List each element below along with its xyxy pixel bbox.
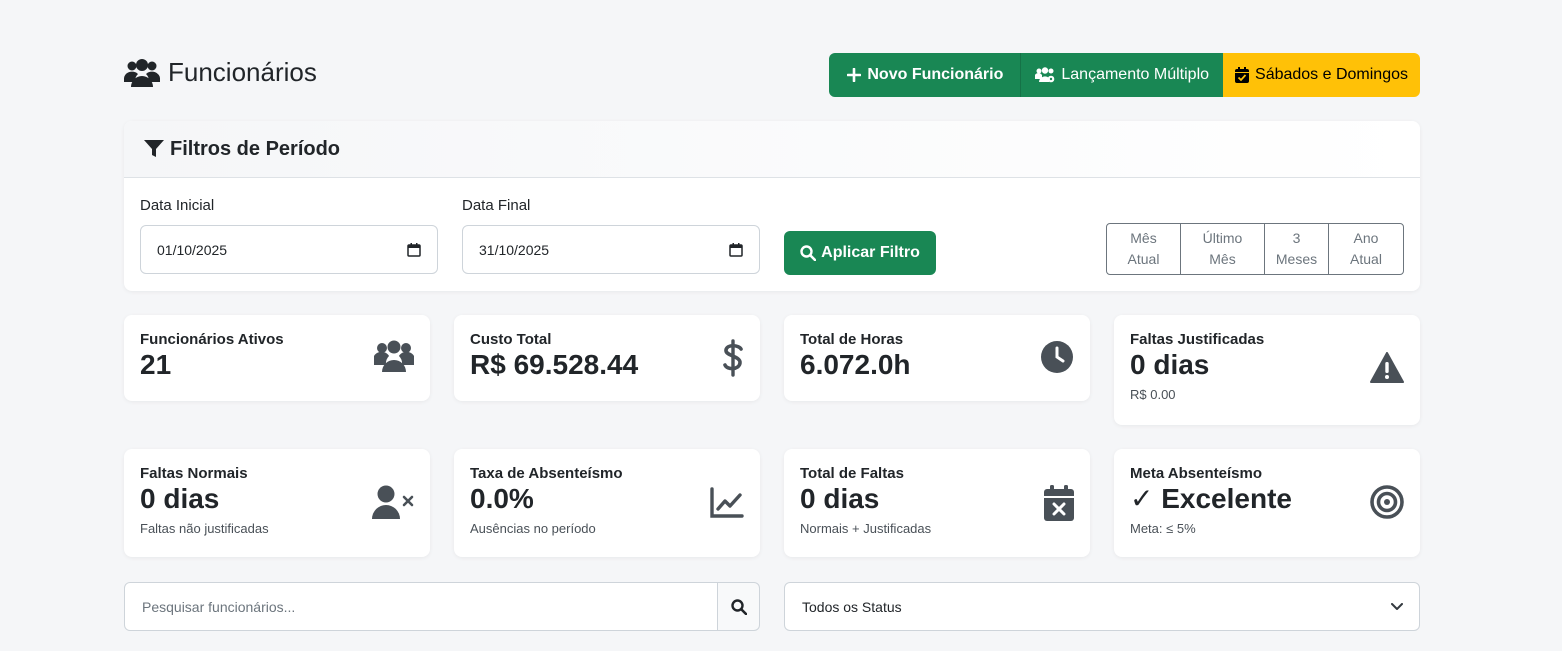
chevron-down-icon xyxy=(1391,602,1403,610)
stat-title: Faltas Justificadas xyxy=(1130,331,1265,348)
filter-card-header: Filtros de Período xyxy=(124,121,1420,178)
new-employee-button[interactable]: Novo Funcionário xyxy=(829,53,1022,97)
period-line: Ano xyxy=(1353,230,1379,246)
bulk-entry-label: Lançamento Múltiplo xyxy=(1061,66,1210,83)
stat-subtitle: R$ 0.00 xyxy=(1130,387,1176,402)
stat-title: Custo Total xyxy=(470,331,552,348)
start-date-label: Data Inicial xyxy=(140,197,215,214)
stat-value: R$ 69.528.44 xyxy=(470,349,639,380)
warning-icon xyxy=(1370,352,1404,383)
users-icon xyxy=(124,58,160,87)
stat-value: 0 dias xyxy=(800,483,880,514)
period-current-year-button[interactable]: Ano Atual xyxy=(1329,224,1403,274)
stat-card-normal-absences: Faltas Normais 0 dias Faltas não justifi… xyxy=(124,449,430,557)
stat-value: 6.072.0h xyxy=(800,349,911,380)
stat-card-total-hours: Total de Horas 6.072.0h xyxy=(784,315,1090,401)
calendar-icon[interactable] xyxy=(407,242,421,257)
target-icon xyxy=(1370,485,1404,519)
search-icon xyxy=(800,245,817,261)
stat-card-total-absences: Total de Faltas 0 dias Normais + Justifi… xyxy=(784,449,1090,557)
stat-value: 21 xyxy=(140,349,172,380)
users-cog-icon xyxy=(1035,67,1055,83)
page-title-text: Funcionários xyxy=(168,57,317,87)
period-line: Mês xyxy=(1209,251,1236,267)
stat-card-active-employees: Funcionários Ativos 21 xyxy=(124,315,430,401)
clock-icon xyxy=(1041,341,1073,373)
stat-value: ✓ Excelente xyxy=(1130,483,1292,514)
period-line: Último xyxy=(1202,230,1243,246)
users-icon xyxy=(374,340,414,372)
start-date-field: Data Inicial 01/10/2025 xyxy=(140,197,438,274)
quick-period-group: Mês Atual Último Mês 3 Meses Ano Atual xyxy=(1106,223,1404,275)
stat-title: Total de Horas xyxy=(800,331,904,348)
weekends-button[interactable]: Sábados e Domingos xyxy=(1223,53,1420,97)
end-date-field: Data Final 31/10/2025 xyxy=(462,197,760,274)
end-date-label: Data Final xyxy=(462,197,531,214)
search-icon xyxy=(730,598,747,615)
stat-subtitle: Ausências no período xyxy=(470,521,596,536)
period-line: Atual xyxy=(1127,251,1160,267)
period-line: 3 xyxy=(1292,230,1301,246)
filter-icon xyxy=(144,140,164,157)
stat-value: 0 dias xyxy=(1130,349,1210,380)
status-select[interactable]: Todos os Status xyxy=(784,582,1420,631)
page-header: Funcionários Novo Funcionário Lançamento… xyxy=(124,53,1420,97)
period-current-month-button[interactable]: Mês Atual xyxy=(1107,224,1181,274)
stat-subtitle: Faltas não justificadas xyxy=(140,521,269,536)
period-line: Atual xyxy=(1350,251,1382,267)
stat-title: Taxa de Absenteísmo xyxy=(470,465,623,482)
stat-title: Meta Absenteísmo xyxy=(1130,465,1262,482)
end-date-input[interactable]: 31/10/2025 xyxy=(462,225,760,274)
stat-card-absenteeism-rate: Taxa de Absenteísmo 0.0% Ausências no pe… xyxy=(454,449,760,557)
page-title: Funcionários xyxy=(124,57,317,88)
search-input[interactable]: Pesquisar funcionários... xyxy=(124,582,718,631)
start-date-value: 01/10/2025 xyxy=(157,241,228,258)
end-date-value: 31/10/2025 xyxy=(479,241,550,258)
new-employee-label: Novo Funcionário xyxy=(867,66,1004,83)
start-date-input[interactable]: 01/10/2025 xyxy=(140,225,438,274)
user-times-icon xyxy=(372,485,414,519)
status-select-value: Todos os Status xyxy=(802,598,902,615)
stat-card-absenteeism-goal: Meta Absenteísmo ✓ Excelente Meta: ≤ 5% xyxy=(1114,449,1420,557)
calendar-icon[interactable] xyxy=(729,242,743,257)
search-placeholder: Pesquisar funcionários... xyxy=(142,598,296,615)
bulk-entry-button[interactable]: Lançamento Múltiplo xyxy=(1021,53,1224,97)
stat-title: Funcionários Ativos xyxy=(140,331,284,348)
plus-icon xyxy=(847,68,862,82)
dollar-icon xyxy=(723,339,743,377)
calendar-times-icon xyxy=(1044,485,1074,521)
stat-subtitle: Meta: ≤ 5% xyxy=(1130,521,1196,536)
apply-filter-button[interactable]: Aplicar Filtro xyxy=(784,231,936,275)
weekends-label: Sábados e Domingos xyxy=(1255,66,1408,83)
calendar-check-icon xyxy=(1235,67,1250,83)
period-line: Mês xyxy=(1130,230,1157,246)
period-last-month-button[interactable]: Último Mês xyxy=(1181,224,1265,274)
stat-title: Faltas Normais xyxy=(140,465,248,482)
search-button[interactable] xyxy=(718,582,760,631)
apply-filter-label: Aplicar Filtro xyxy=(821,244,920,261)
stat-subtitle: Normais + Justificadas xyxy=(800,521,932,536)
stat-card-total-cost: Custo Total R$ 69.528.44 xyxy=(454,315,760,401)
stat-value: 0.0% xyxy=(470,483,534,514)
chart-line-icon xyxy=(710,487,744,518)
employee-search: Pesquisar funcionários... xyxy=(124,582,760,631)
period-3-months-button[interactable]: 3 Meses xyxy=(1265,224,1329,274)
period-filter-card: Filtros de Período Data Inicial 01/10/20… xyxy=(124,121,1420,291)
stat-title: Total de Faltas xyxy=(800,465,904,482)
header-actions: Novo Funcionário Lançamento Múltiplo Sáb… xyxy=(829,53,1420,97)
filter-card-title: Filtros de Período xyxy=(170,137,341,160)
stat-card-justified-absences: Faltas Justificadas 0 dias R$ 0.00 xyxy=(1114,315,1420,425)
period-line: Meses xyxy=(1275,251,1318,267)
